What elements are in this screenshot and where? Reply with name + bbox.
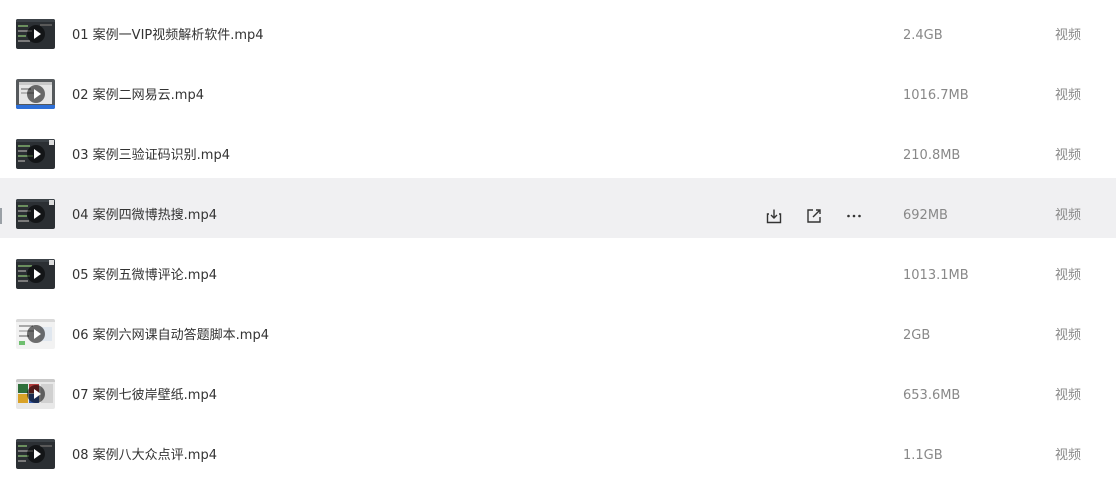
play-icon (26, 265, 45, 283)
file-row[interactable]: 03 案例三验证码识别.mp4 210.8MB 视频 (0, 118, 1116, 178)
play-icon (26, 145, 45, 163)
file-row[interactable]: 01 案例一VIP视频解析软件.mp4 2.4GB 视频 (0, 0, 1116, 58)
play-icon (26, 385, 45, 403)
video-thumbnail[interactable] (16, 379, 55, 409)
file-size: 1.1GB (903, 448, 943, 463)
scroll-indicator (0, 208, 2, 224)
video-thumbnail[interactable] (16, 79, 55, 109)
row-actions (764, 207, 884, 225)
file-row[interactable]: 02 案例二网易云.mp4 1016.7MB 视频 (0, 58, 1116, 118)
video-thumbnail[interactable] (16, 319, 55, 349)
video-thumbnail[interactable] (16, 199, 55, 229)
play-icon (26, 85, 45, 103)
file-row[interactable]: 06 案例六网课自动答题脚本.mp4 2GB 视频 (0, 298, 1116, 358)
file-list: 01 案例一VIP视频解析软件.mp4 2.4GB 视频 02 案例二网易云.m… (0, 0, 1116, 478)
video-thumbnail[interactable] (16, 19, 55, 49)
file-row[interactable]: 07 案例七彼岸壁纸.mp4 653.6MB 视频 (0, 358, 1116, 418)
video-thumbnail[interactable] (16, 439, 55, 469)
play-icon (26, 445, 45, 463)
file-row[interactable]: 08 案例八大众点评.mp4 1.1GB 视频 (0, 418, 1116, 478)
play-icon (26, 325, 45, 343)
file-type: 视频 (1055, 448, 1082, 463)
play-icon (26, 205, 45, 223)
file-row[interactable]: 04 案例四微博热搜.mp4 692MB 视频 (0, 178, 1116, 238)
play-icon (26, 25, 45, 43)
video-thumbnail[interactable] (16, 139, 55, 169)
file-name[interactable]: 08 案例八大众点评.mp4 (72, 418, 217, 480)
share-icon[interactable] (804, 207, 824, 225)
video-thumbnail[interactable] (16, 259, 55, 289)
download-icon[interactable] (764, 207, 784, 225)
file-row[interactable]: 05 案例五微博评论.mp4 1013.1MB 视频 (0, 238, 1116, 298)
more-icon[interactable] (844, 207, 864, 225)
